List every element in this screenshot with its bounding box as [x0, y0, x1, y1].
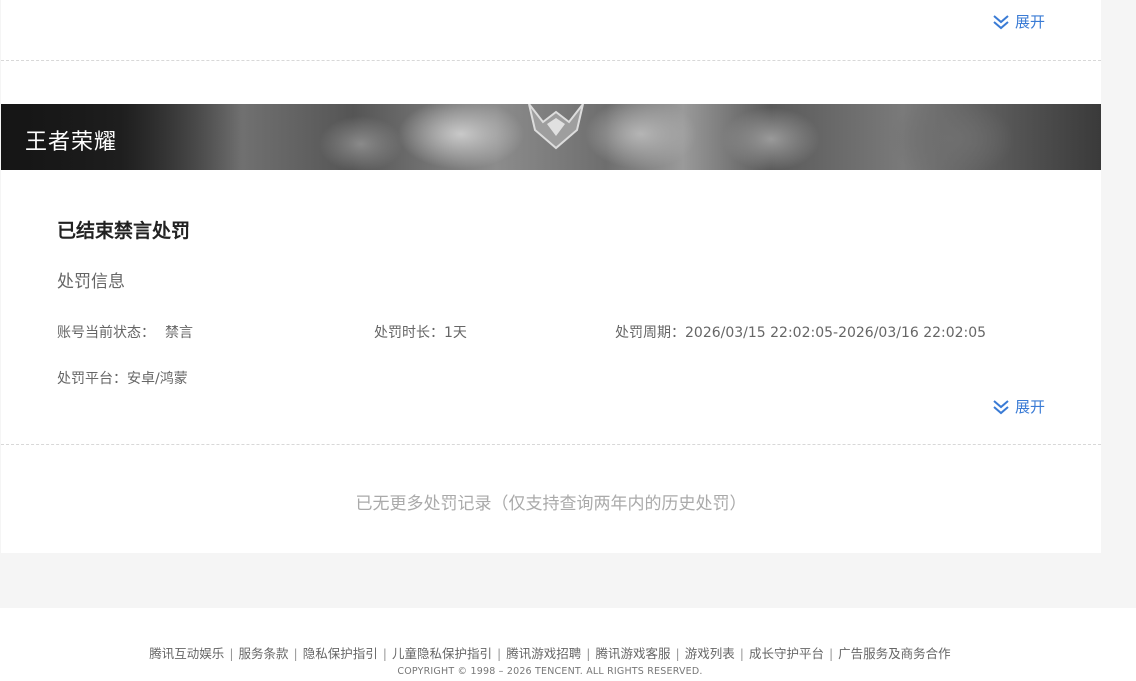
divider — [1, 60, 1101, 61]
footer-link-terms[interactable]: 服务条款 — [239, 646, 289, 661]
period-value: 2026/03/15 22:02:05-2026/03/16 22:02:05 — [685, 325, 987, 341]
platform-label: 处罚平台： — [57, 371, 127, 387]
footer-link-game-list[interactable]: 游戏列表 — [685, 646, 735, 661]
punishment-card: 展开 王者荣耀 已结束禁言处罚 处罚信息 账号当前状态： 禁言 处罚时长：1天 处… — [1, 0, 1101, 553]
footer: 腾讯互动娱乐 | 服务条款 | 隐私保护指引 | 儿童隐私保护指引 | 腾讯游戏招聘 | 腾讯游戏客… — [0, 608, 1136, 681]
footer-separator: | — [293, 646, 298, 661]
footer-link-interactive-entertainment[interactable]: 腾讯互动娱乐 — [149, 646, 224, 661]
footer-separator: | — [586, 646, 591, 661]
record-title: 已结束禁言处罚 — [57, 220, 191, 242]
game-banner: 王者荣耀 — [1, 104, 1101, 170]
double-chevron-down-icon — [993, 399, 1009, 414]
field-platform: 处罚平台：安卓/鸿蒙 — [57, 368, 188, 388]
copyright: COPYRIGHT © 1998 – 2026 TENCENT. ALL RIG… — [397, 666, 703, 677]
info-heading: 处罚信息 — [57, 272, 125, 292]
no-more-records-text: 已无更多处罚记录（仅支持查询两年内的历史处罚） — [355, 494, 747, 514]
footer-separator: | — [828, 646, 834, 661]
field-status: 账号当前状态： 禁言 — [57, 322, 193, 342]
expand-button-top[interactable]: 展开 — [991, 11, 1045, 32]
period-label: 处罚周期： — [615, 325, 685, 341]
footer-link-growth-guardian[interactable]: 成长守护平台 — [749, 646, 824, 661]
double-chevron-down-icon — [993, 14, 1009, 29]
duration-value: 1天 — [444, 325, 467, 341]
footer-link-customer-service[interactable]: 腾讯游戏客服 — [595, 646, 670, 661]
footer-links: 腾讯互动娱乐 | 服务条款 | 隐私保护指引 | 儿童隐私保护指引 | 腾讯游戏招聘 | 腾讯游戏客… — [0, 643, 1100, 662]
footer-separator: | — [739, 646, 744, 661]
platform-value: 安卓/鸿蒙 — [127, 371, 188, 387]
field-duration: 处罚时长：1天 — [374, 322, 467, 342]
footer-link-privacy[interactable]: 隐私保护指引 — [303, 646, 378, 661]
status-value: 禁言 — [165, 325, 193, 341]
field-period: 处罚周期：2026/03/15 22:02:05-2026/03/16 22:0… — [615, 322, 986, 342]
footer-link-recruitment[interactable]: 腾讯游戏招聘 — [506, 646, 581, 661]
duration-label: 处罚时长： — [374, 325, 444, 341]
page: 展开 王者荣耀 已结束禁言处罚 处罚信息 账号当前状态： 禁言 处罚时长：1天 处… — [0, 0, 1136, 681]
expand-button-record[interactable]: 展开 — [991, 396, 1045, 417]
footer-link-ad-business[interactable]: 广告服务及商务合作 — [838, 646, 951, 661]
footer-separator: | — [382, 646, 387, 661]
rank-emblem-icon — [528, 104, 584, 150]
footer-separator: | — [497, 646, 502, 661]
status-label: 账号当前状态： — [57, 325, 155, 341]
footer-link-child-privacy[interactable]: 儿童隐私保护指引 — [392, 646, 492, 661]
divider — [1, 444, 1101, 445]
footer-separator: | — [675, 646, 680, 661]
expand-label: 展开 — [1015, 398, 1046, 416]
expand-label: 展开 — [1015, 13, 1046, 31]
game-title: 王者荣耀 — [25, 130, 118, 155]
footer-separator: | — [229, 646, 234, 661]
